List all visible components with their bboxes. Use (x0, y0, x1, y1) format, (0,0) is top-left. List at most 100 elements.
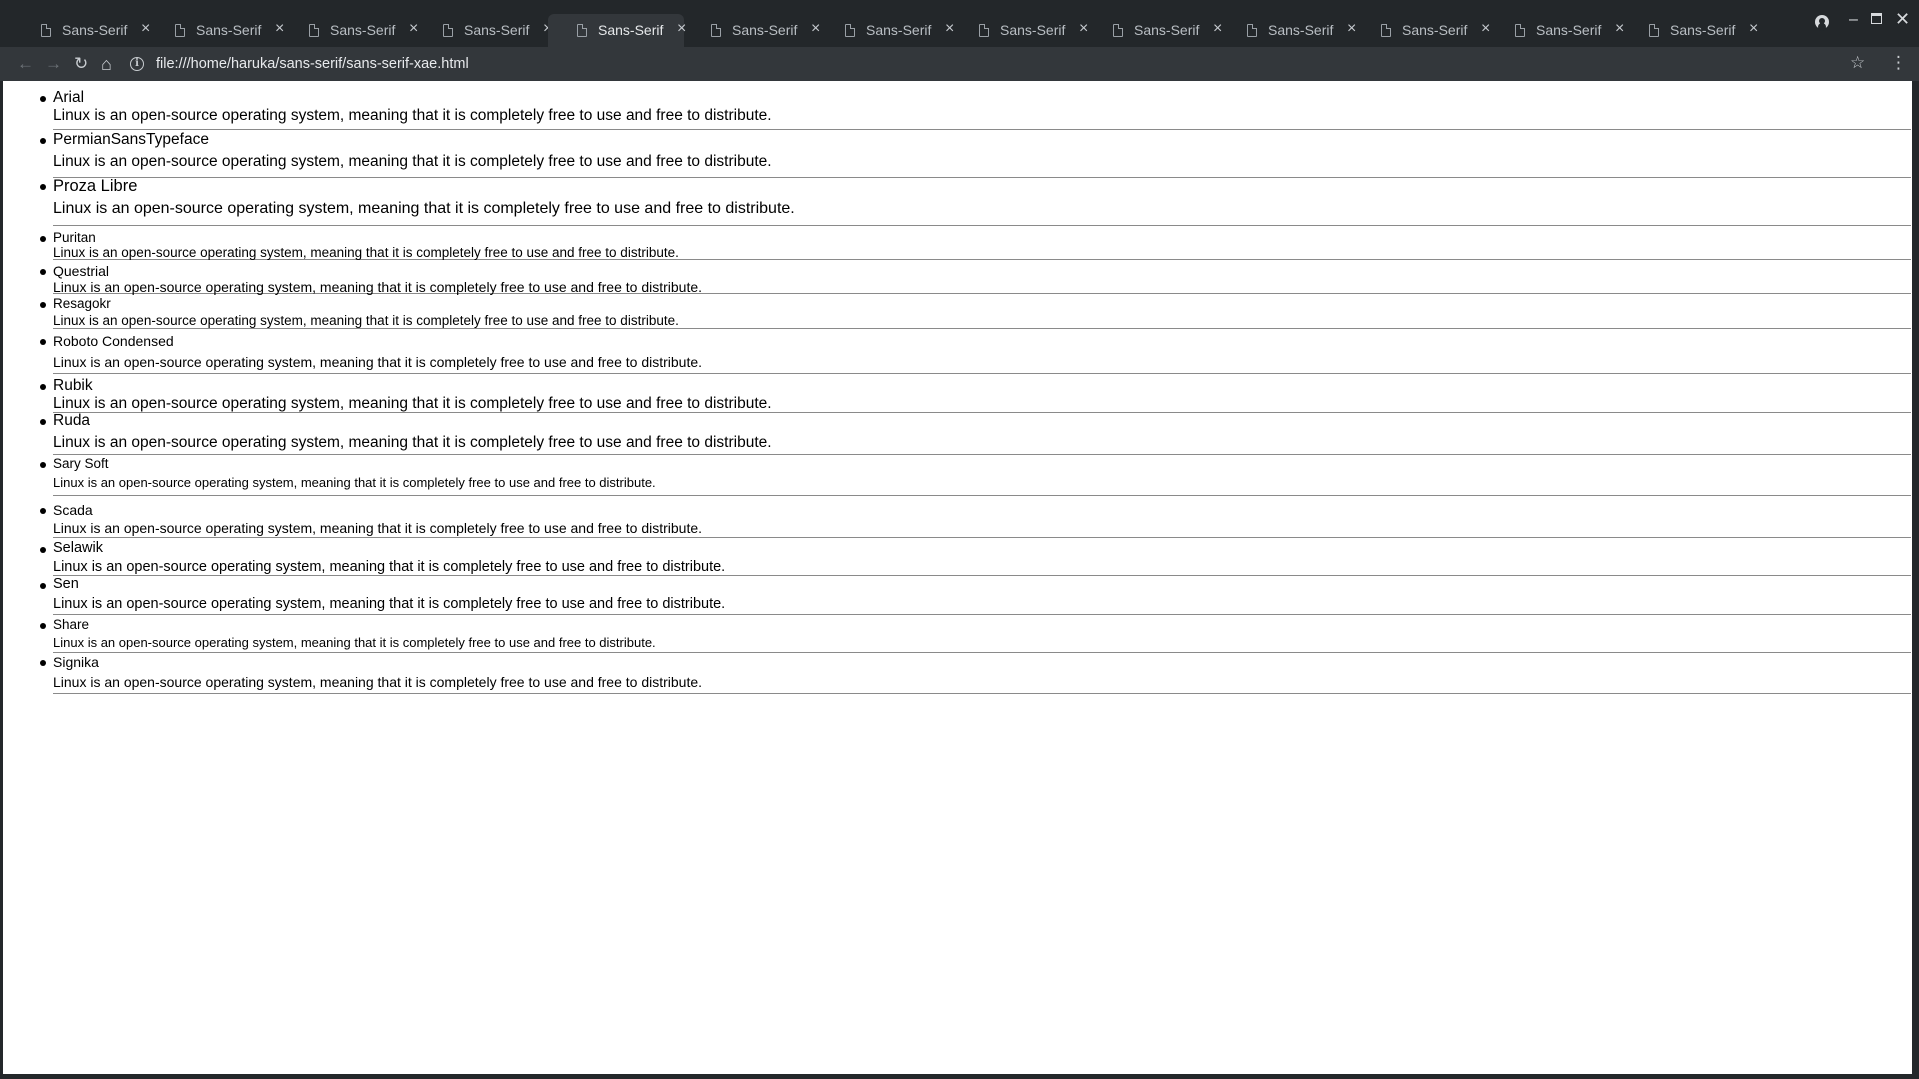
tab-title: Sans-Serif (1402, 22, 1468, 38)
tab[interactable]: Sans-Serif× (1084, 14, 1222, 47)
page-icon (175, 24, 185, 37)
page-icon (1649, 24, 1659, 37)
list-bullet (40, 418, 46, 425)
tab-close-icon[interactable]: × (1749, 21, 1758, 37)
font-sample-text: Linux is an open-source operating system… (53, 559, 726, 575)
tab-title: Sans-Serif (1268, 22, 1334, 38)
tab[interactable]: Sans-Serif× (12, 14, 150, 47)
maximize-icon[interactable] (1871, 13, 1882, 24)
list-bullet (40, 236, 46, 243)
list-item: Sen Linux is an open-source operating sys… (40, 576, 1911, 615)
tab[interactable]: Sans-Serif× (1486, 14, 1624, 47)
page-icon (1381, 24, 1391, 37)
tab[interactable]: Sans-Serif× (816, 14, 954, 47)
list-item: Arial Linux is an open-source operating s… (40, 87, 1911, 130)
font-name: Rubik (53, 377, 93, 394)
font-sample-text: Linux is an open-source operating system… (53, 153, 772, 170)
account-icon[interactable] (1815, 15, 1829, 29)
font-name: Scada (53, 502, 93, 518)
page-icon (979, 24, 989, 37)
bookmark-star-icon[interactable]: ☆ (1850, 53, 1865, 73)
list-item: Questrial Linux is an open-source operati… (40, 260, 1911, 295)
tab[interactable]: Sans-Serif× (548, 14, 686, 47)
list-bullet (40, 546, 46, 553)
list-item: Sary Soft Linux is an open-source operati… (40, 455, 1911, 496)
font-name: Arial (53, 89, 85, 106)
list-item: Puritan Linux is an open-source operating… (40, 226, 1911, 260)
tab-title: Sans-Serif (62, 22, 128, 38)
browser-toolbar: ← → ↻ ⌂ i file:///home/haruka/sans-serif… (0, 47, 1919, 81)
font-sample-text: Linux is an open-source operating system… (53, 596, 726, 612)
page-icon (1247, 24, 1257, 37)
page-icon (577, 24, 587, 37)
list-bullet (40, 383, 46, 390)
tab[interactable]: Sans-Serif× (1218, 14, 1356, 47)
font-sample-text: Linux is an open-source operating system… (53, 395, 772, 412)
tab-title: Sans-Serif (196, 22, 262, 38)
url-text[interactable]: file:///home/haruka/sans-serif/sans-seri… (156, 56, 469, 72)
list-item: Rubik Linux is an open-source operating s… (40, 374, 1911, 413)
font-sample-text: Linux is an open-source operating system… (53, 313, 679, 328)
font-name: Roboto Condensed (53, 333, 174, 349)
font-sample-text: Linux is an open-source operating system… (53, 520, 703, 536)
address-bar[interactable]: i file:///home/haruka/sans-serif/sans-se… (130, 51, 1870, 77)
list-bullet (40, 660, 46, 667)
list-item: Proza Libre Linux is an open-source opera… (40, 177, 1911, 226)
list-item: Signika Linux is an open-source operating… (40, 653, 1911, 694)
list-bullet (40, 302, 46, 309)
font-name: Signika (53, 654, 99, 670)
list-bullet (40, 339, 46, 346)
list-bullet (40, 582, 46, 589)
tab[interactable]: Sans-Serif× (414, 14, 552, 47)
tab[interactable]: Sans-Serif× (146, 14, 284, 47)
font-sample-text: Linux is an open-source operating system… (53, 635, 656, 650)
forward-icon[interactable]: → (45, 54, 62, 74)
tab[interactable]: Sans-Serif× (950, 14, 1088, 47)
font-sample-text: Linux is an open-source operating system… (53, 279, 703, 295)
page-icon (845, 24, 855, 37)
font-name: PermianSansTypeface (53, 131, 209, 148)
font-name: Puritan (53, 230, 96, 245)
font-name: Share (53, 617, 90, 632)
list-item: Selawik Linux is an open-source operating… (40, 538, 1911, 576)
page-icon (1113, 24, 1123, 37)
font-sample-text: Linux is an open-source operating system… (53, 674, 703, 690)
font-name: Questrial (53, 263, 110, 279)
info-icon[interactable]: i (130, 57, 144, 71)
font-name: Proza Libre (53, 177, 138, 195)
page-viewport: Arial Linux is an open-source operating s… (3, 81, 1912, 1074)
font-name: Ruda (53, 412, 91, 429)
tab[interactable]: Sans-Serif× (280, 14, 418, 47)
page-icon (1515, 24, 1525, 37)
menu-kebab-icon[interactable]: ⋮ (1890, 53, 1907, 73)
tab[interactable]: Sans-Serif× (682, 14, 820, 47)
font-name: Resagokr (53, 296, 111, 311)
tab-title: Sans-Serif (732, 22, 798, 38)
font-name: Sen (53, 576, 79, 592)
tab-title: Sans-Serif (1536, 22, 1602, 38)
back-icon[interactable]: ← (17, 54, 34, 74)
font-sample-text: Linux is an open-source operating system… (53, 200, 795, 217)
close-window-icon[interactable]: ✕ (1895, 10, 1910, 28)
page-icon (443, 24, 453, 37)
list-item: PermianSansTypeface Linux is an open-sour… (40, 130, 1911, 178)
list-bullet (40, 184, 46, 191)
list-bullet (40, 462, 46, 469)
list-bullet (40, 623, 46, 630)
home-icon[interactable]: ⌂ (101, 54, 112, 74)
font-sample-text: Linux is an open-source operating system… (53, 475, 656, 490)
list-item: Roboto Condensed Linux is an open-source … (40, 329, 1911, 374)
list-bullet (40, 508, 46, 515)
list-item: Scada Linux is an open-source operating s… (40, 496, 1911, 538)
tab[interactable]: Sans-Serif× (1352, 14, 1490, 47)
tab[interactable]: Sans-Serif× (1620, 14, 1758, 47)
minimize-icon[interactable]: – (1849, 12, 1858, 28)
list-item: Ruda Linux is an open-source operating sy… (40, 412, 1911, 455)
page-icon (41, 24, 51, 37)
tab-title: Sans-Serif (464, 22, 530, 38)
tab-title: Sans-Serif (1134, 22, 1200, 38)
tab-title: Sans-Serif (1000, 22, 1066, 38)
reload-icon[interactable]: ↻ (74, 54, 88, 74)
font-name: Selawik (53, 540, 103, 556)
list-bullet (40, 95, 46, 102)
